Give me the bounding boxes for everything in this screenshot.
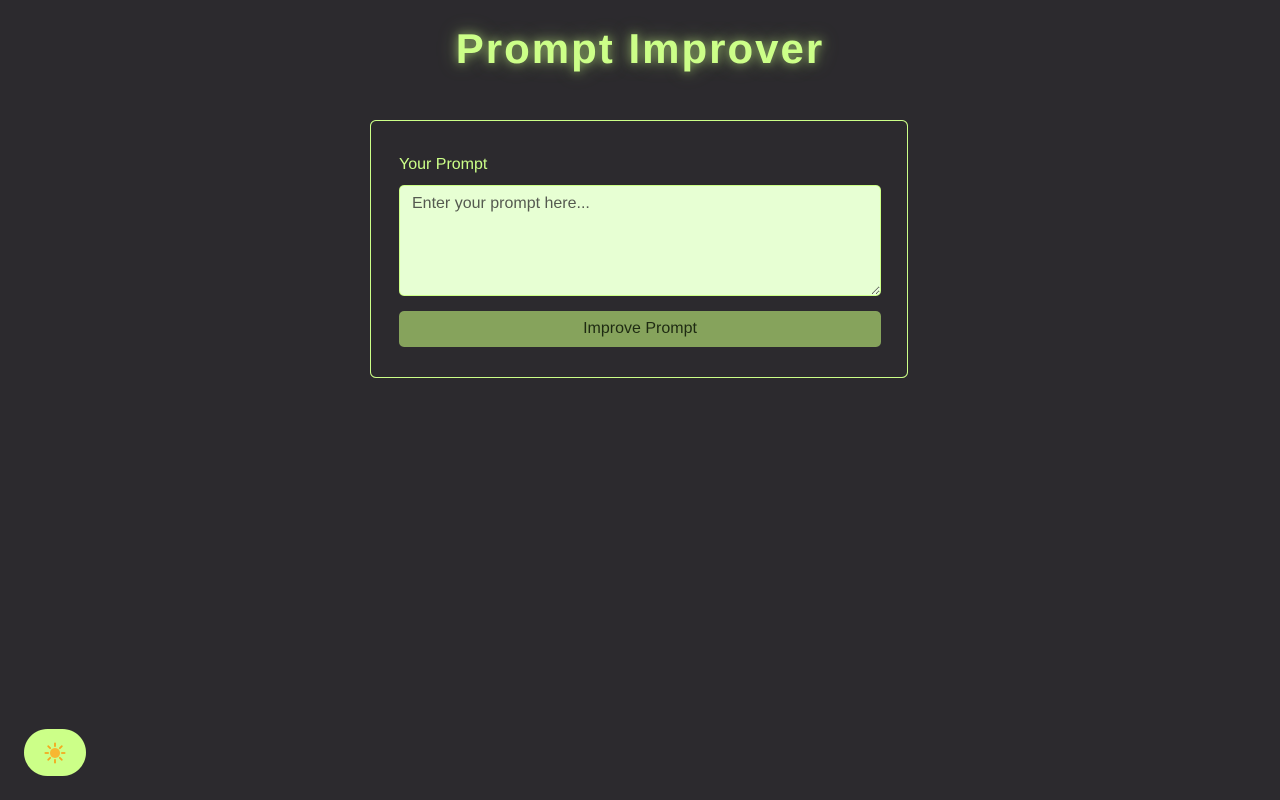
- theme-toggle-button[interactable]: [24, 729, 86, 776]
- page-title: Prompt Improver: [455, 25, 825, 72]
- improve-prompt-button[interactable]: Improve Prompt: [399, 311, 881, 347]
- prompt-textarea[interactable]: [399, 185, 881, 296]
- prompt-label: Your Prompt: [399, 156, 488, 173]
- sun-icon: [44, 741, 66, 764]
- prompt-card: Your Prompt Improve Prompt: [370, 120, 908, 378]
- page: Prompt Improver Your Prompt Improve Prom…: [0, 0, 1280, 800]
